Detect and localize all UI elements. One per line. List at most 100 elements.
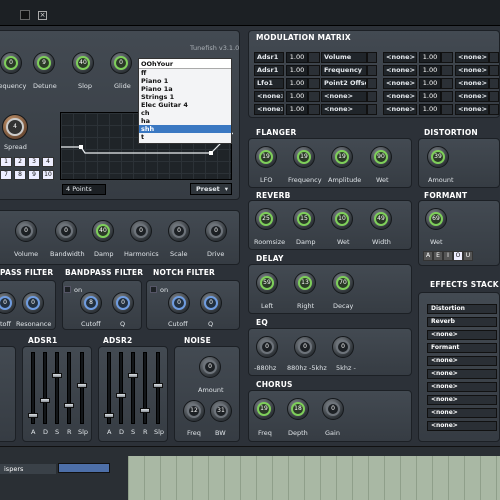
vowel-u-button[interactable]: U bbox=[463, 251, 473, 261]
mod-dest-right[interactable]: <none> bbox=[455, 91, 489, 102]
host-toggle[interactable] bbox=[20, 10, 30, 20]
mod-amount-left[interactable]: 1.00 bbox=[286, 65, 308, 76]
effects-stack-item[interactable]: Reverb bbox=[427, 317, 497, 327]
bandpass-q-knob[interactable]: 0 bbox=[112, 292, 134, 314]
mod-dest-scroll-right[interactable] bbox=[489, 78, 499, 89]
delay-right-knob[interactable]: 13 bbox=[294, 272, 316, 294]
adsr1-slope-slider[interactable] bbox=[77, 352, 87, 424]
adsr2-decay-slider[interactable] bbox=[116, 352, 126, 424]
mod-dest-scroll-right[interactable] bbox=[489, 91, 499, 102]
adsr2-sustain-slider[interactable] bbox=[128, 352, 138, 424]
preset-dropdown[interactable]: OOhYour ff Piano 1 Piano 1a Strings 1 El… bbox=[138, 58, 232, 144]
eq-high-knob[interactable]: 0 bbox=[332, 336, 354, 358]
slop-knob[interactable]: 40 bbox=[72, 52, 94, 74]
eq-mid-knob[interactable]: 0 bbox=[294, 336, 316, 358]
bandwidth-knob[interactable]: 0 bbox=[55, 220, 77, 242]
mod-dest-scroll-left[interactable] bbox=[367, 65, 377, 76]
mod-source-left[interactable]: <none> bbox=[254, 104, 284, 115]
list-item-selected[interactable]: shh bbox=[139, 125, 231, 133]
voice-9[interactable]: 9 bbox=[28, 170, 40, 180]
voice-2[interactable]: 2 bbox=[14, 157, 26, 167]
mod-dest-scroll-left[interactable] bbox=[367, 78, 377, 89]
mod-amount-slider-right[interactable] bbox=[441, 52, 453, 63]
notch-cutoff-knob[interactable]: 0 bbox=[168, 292, 190, 314]
effects-stack-item[interactable]: Distortion bbox=[427, 304, 497, 314]
mod-amount-right[interactable]: 1.00 bbox=[419, 52, 441, 63]
mod-amount-slider-left[interactable] bbox=[308, 91, 320, 102]
voice-7[interactable]: 7 bbox=[0, 170, 12, 180]
mod-amount-right[interactable]: 1.00 bbox=[419, 104, 441, 115]
mod-dest-left[interactable]: Frequency bbox=[321, 65, 367, 76]
detune-knob[interactable]: 9 bbox=[33, 52, 55, 74]
chorus-freq-knob[interactable]: 19 bbox=[253, 398, 275, 420]
adsr1-decay-slider[interactable] bbox=[40, 352, 50, 424]
mod-dest-scroll-right[interactable] bbox=[489, 65, 499, 76]
drive-knob[interactable]: 0 bbox=[205, 220, 227, 242]
flanger-wet-knob[interactable]: 90 bbox=[370, 146, 392, 168]
spread-knob[interactable]: 4 bbox=[2, 114, 28, 140]
mod-dest-right[interactable]: <none> bbox=[455, 104, 489, 115]
mod-dest-scroll-left[interactable] bbox=[367, 104, 377, 115]
mod-amount-slider-left[interactable] bbox=[308, 65, 320, 76]
mod-source-right[interactable]: <none> bbox=[383, 104, 417, 115]
mod-amount-right[interactable]: 1.00 bbox=[419, 65, 441, 76]
mod-source-right[interactable]: <none> bbox=[383, 52, 417, 63]
voice-3[interactable]: 3 bbox=[28, 157, 40, 167]
volume-knob[interactable]: 0 bbox=[15, 220, 37, 242]
adsr1-attack-slider[interactable] bbox=[28, 352, 38, 424]
list-item[interactable]: ff bbox=[139, 69, 231, 77]
chorus-gain-knob[interactable]: 0 bbox=[322, 398, 344, 420]
list-item[interactable]: ch bbox=[139, 109, 231, 117]
effects-stack-item[interactable]: <none> bbox=[427, 369, 497, 379]
voice-10[interactable]: 10 bbox=[42, 170, 54, 180]
mod-dest-right[interactable]: <none> bbox=[455, 52, 489, 63]
effects-stack-item[interactable]: <none> bbox=[427, 356, 497, 366]
vowel-o-button[interactable]: O bbox=[453, 251, 463, 261]
mod-dest-left[interactable]: Point2 Offset bbox=[321, 78, 367, 89]
adsr2-slope-slider[interactable] bbox=[153, 352, 163, 424]
mod-source-right[interactable]: <none> bbox=[383, 65, 417, 76]
voice-8[interactable]: 8 bbox=[14, 170, 26, 180]
vowel-i-button[interactable]: I bbox=[443, 251, 453, 261]
effects-stack-item[interactable]: <none> bbox=[427, 330, 497, 340]
mod-dest-scroll-right[interactable] bbox=[489, 52, 499, 63]
frequency-knob[interactable]: 0 bbox=[0, 52, 22, 74]
flanger-lfo-knob[interactable]: 19 bbox=[255, 146, 277, 168]
list-item[interactable]: ha bbox=[139, 117, 231, 125]
notch-q-knob[interactable]: 0 bbox=[200, 292, 222, 314]
vowel-e-button[interactable]: E bbox=[433, 251, 443, 261]
noise-amount-knob[interactable]: 0 bbox=[199, 356, 221, 378]
flanger-frequency-knob[interactable]: 19 bbox=[293, 146, 315, 168]
delay-decay-knob[interactable]: 70 bbox=[332, 272, 354, 294]
mod-amount-slider-left[interactable] bbox=[308, 52, 320, 63]
noise-bw-knob[interactable]: 31 bbox=[210, 400, 232, 422]
mod-source-left[interactable]: Adsr1 bbox=[254, 52, 284, 63]
adsr2-attack-slider[interactable] bbox=[104, 352, 114, 424]
resonance-knob[interactable]: 0 bbox=[22, 292, 44, 314]
distortion-amount-knob[interactable]: 39 bbox=[427, 146, 449, 168]
chorus-depth-knob[interactable]: 18 bbox=[287, 398, 309, 420]
formant-wet-knob[interactable]: 69 bbox=[425, 208, 447, 230]
mod-dest-scroll-left[interactable] bbox=[367, 91, 377, 102]
mod-source-right[interactable]: <none> bbox=[383, 91, 417, 102]
adsr1-release-slider[interactable] bbox=[64, 352, 74, 424]
points-field[interactable]: 4 Points bbox=[62, 184, 106, 195]
mod-amount-slider-left[interactable] bbox=[308, 104, 320, 115]
effects-stack-item[interactable]: <none> bbox=[427, 408, 497, 418]
mod-amount-right[interactable]: 1.00 bbox=[419, 78, 441, 89]
glide-knob[interactable]: 0 bbox=[110, 52, 132, 74]
mod-source-left[interactable]: Lfo1 bbox=[254, 78, 284, 89]
track-controls[interactable] bbox=[58, 463, 110, 473]
adsr2-release-slider[interactable] bbox=[140, 352, 150, 424]
mod-amount-left[interactable]: 1.00 bbox=[286, 104, 308, 115]
vowel-a-button[interactable]: A bbox=[423, 251, 433, 261]
mod-amount-left[interactable]: 1.00 bbox=[286, 78, 308, 89]
notch-on-toggle[interactable] bbox=[150, 286, 157, 293]
mod-dest-left[interactable]: <none> bbox=[321, 104, 367, 115]
mod-dest-scroll-left[interactable] bbox=[367, 52, 377, 63]
mod-amount-right[interactable]: 1.00 bbox=[419, 91, 441, 102]
preset-button[interactable]: Preset ▾ bbox=[190, 183, 232, 195]
mod-source-right[interactable]: <none> bbox=[383, 78, 417, 89]
harmonics-knob[interactable]: 0 bbox=[130, 220, 152, 242]
reverb-roomsize-knob[interactable]: 25 bbox=[255, 208, 277, 230]
